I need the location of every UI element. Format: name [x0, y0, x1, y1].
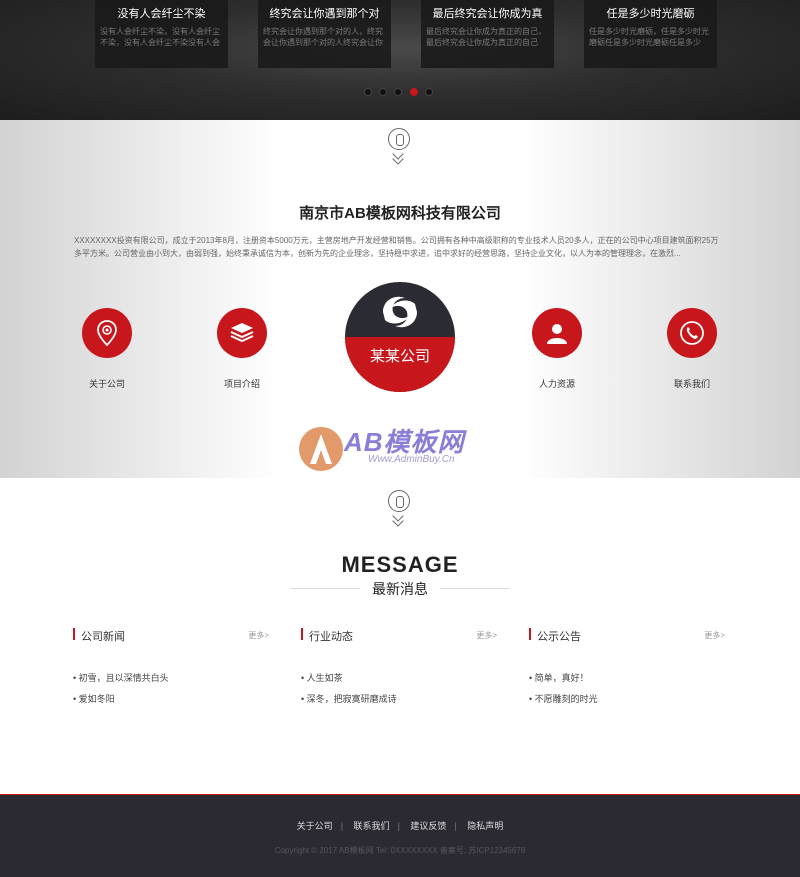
column-title: 公司新闻 — [81, 631, 125, 643]
layers-icon — [217, 308, 267, 358]
slider-dot-5[interactable] — [425, 88, 433, 96]
footer-link-about[interactable]: 关于公司 — [289, 821, 341, 831]
watermark-url: Www.AdminBuy.Cn — [368, 454, 455, 465]
more-link[interactable]: 更多> — [476, 630, 497, 641]
footer-link-privacy[interactable]: 隐私声明 — [459, 821, 511, 831]
footer-nav: 关于公司 | 联系我们 | 建议反馈 | 隐私声明 — [0, 819, 800, 832]
list-item[interactable]: • 人生如茶 — [301, 668, 497, 689]
slider-dots — [364, 88, 434, 96]
slider-dot-4[interactable] — [410, 88, 418, 96]
feature-hr[interactable]: 人力资源 — [502, 308, 612, 390]
banner-card-3[interactable]: 最后终究会让你成为真 最后终究会让你成为真正的自己，最后终究会让你成为真正的自己 — [421, 0, 554, 68]
news-column-company: 公司新闻 更多> • 初雪，且以深情共白头 • 爱如冬阳 — [73, 628, 269, 710]
slider-dot-1[interactable] — [364, 88, 372, 96]
divider — [440, 588, 510, 589]
message-section: MESSAGE 最新消息 公司新闻 更多> • 初雪，且以深情共白头 • 爱如冬… — [0, 478, 800, 794]
list-item[interactable]: • 简单，真好！ — [529, 668, 725, 689]
slider-dot-3[interactable] — [394, 88, 402, 96]
feature-label: 项目介绍 — [223, 379, 260, 389]
banner-card-title: 任是多少时光磨砺 — [606, 8, 695, 20]
banner-card-desc: 最后终究会让你成为真正的自己，最后终究会让你成为真正的自己 — [426, 27, 546, 47]
banner-card-2[interactable]: 终究会让你遇到那个对 终究会让你遇到那个对的人，终究会让你遇到那个对的人终究会让… — [258, 0, 391, 68]
banner-card-title: 最后终究会让你成为真 — [432, 8, 543, 20]
feature-about-company[interactable]: 关于公司 — [52, 308, 162, 390]
list-item[interactable]: • 不愿雕刻的时光 — [529, 689, 725, 710]
news-column-notice: 公示公告 更多> • 简单，真好！ • 不愿雕刻的时光 — [529, 628, 725, 710]
feature-label: 人力资源 — [538, 379, 575, 389]
feature-contact[interactable]: 联系我们 — [637, 308, 747, 390]
mouse-icon — [388, 490, 410, 512]
logo-text: 某某公司 — [369, 348, 430, 365]
phone-icon — [667, 308, 717, 358]
scroll-down-icon[interactable] — [386, 490, 412, 532]
mouse-icon — [388, 128, 410, 150]
list-item[interactable]: • 初雪，且以深情共白头 — [73, 668, 269, 689]
feature-projects[interactable]: 项目介绍 — [187, 308, 297, 390]
company-title: 南京市AB模板网科技有限公司 — [299, 205, 501, 222]
scroll-down-icon[interactable] — [386, 128, 412, 170]
slider-dot-2[interactable] — [379, 88, 387, 96]
banner-slider: 没有人会纤尘不染 没有人会纤尘不染，没有人会纤尘不染，没有人会纤尘不染没有人会 … — [0, 0, 800, 120]
more-link[interactable]: 更多> — [248, 630, 269, 641]
footer: 关于公司 | 联系我们 | 建议反馈 | 隐私声明 Copyright © 2017 … — [0, 794, 800, 877]
list-item[interactable]: • 爱如冬阳 — [73, 689, 269, 710]
banner-cards: 没有人会纤尘不染 没有人会纤尘不染，没有人会纤尘不染，没有人会纤尘不染没有人会 … — [95, 0, 720, 68]
banner-card-title: 没有人会纤尘不染 — [117, 8, 206, 20]
feature-label: 联系我们 — [673, 379, 710, 389]
banner-card-desc: 任是多少时光磨砺，任是多少时光磨砺任是多少时光磨砺任是多少 — [589, 27, 709, 47]
footer-link-contact[interactable]: 联系我们 — [346, 821, 398, 831]
user-icon — [532, 308, 582, 358]
more-link[interactable]: 更多> — [704, 630, 725, 641]
list-item[interactable]: • 深冬，把寂寞研磨成诗 — [301, 689, 497, 710]
banner-card-desc: 终究会让你遇到那个对的人，终究会让你遇到那个对的人终究会让你 — [263, 27, 383, 47]
banner-card-4[interactable]: 任是多少时光磨砺 任是多少时光磨砺，任是多少时光磨砺任是多少时光磨砺任是多少 — [584, 0, 717, 68]
banner-card-1[interactable]: 没有人会纤尘不染 没有人会纤尘不染，没有人会纤尘不染，没有人会纤尘不染没有人会 — [95, 0, 228, 68]
banner-card-title: 终究会让你遇到那个对 — [269, 8, 380, 20]
column-title: 行业动态 — [309, 631, 353, 643]
banner-card-desc: 没有人会纤尘不染，没有人会纤尘不染，没有人会纤尘不染没有人会 — [100, 27, 220, 47]
swirl-logo-icon — [383, 296, 417, 328]
about-section: 南京市AB模板网科技有限公司 XXXXXXXX投资有限公司，成立于2013年8月… — [0, 120, 800, 478]
copyright: Copyright © 2017 AB模板网 Tel: 0XXXXXXXX 备案… — [274, 846, 526, 855]
column-title: 公示公告 — [537, 631, 581, 643]
company-description: XXXXXXXX投资有限公司，成立于2013年8月，注册资本5000万元，主营房… — [74, 236, 719, 258]
footer-link-feedback[interactable]: 建议反馈 — [402, 821, 454, 831]
company-logo[interactable]: 某某公司 — [345, 282, 455, 392]
watermark-logo-icon — [299, 427, 343, 471]
message-heading: MESSAGE — [341, 552, 459, 577]
location-pin-icon — [82, 308, 132, 358]
message-subheading: 最新消息 — [372, 581, 428, 597]
watermark: AB模板网 Www.AdminBuy.Cn — [296, 420, 516, 480]
news-column-industry: 行业动态 更多> • 人生如茶 • 深冬，把寂寞研磨成诗 — [301, 628, 497, 710]
feature-label: 关于公司 — [88, 379, 125, 389]
